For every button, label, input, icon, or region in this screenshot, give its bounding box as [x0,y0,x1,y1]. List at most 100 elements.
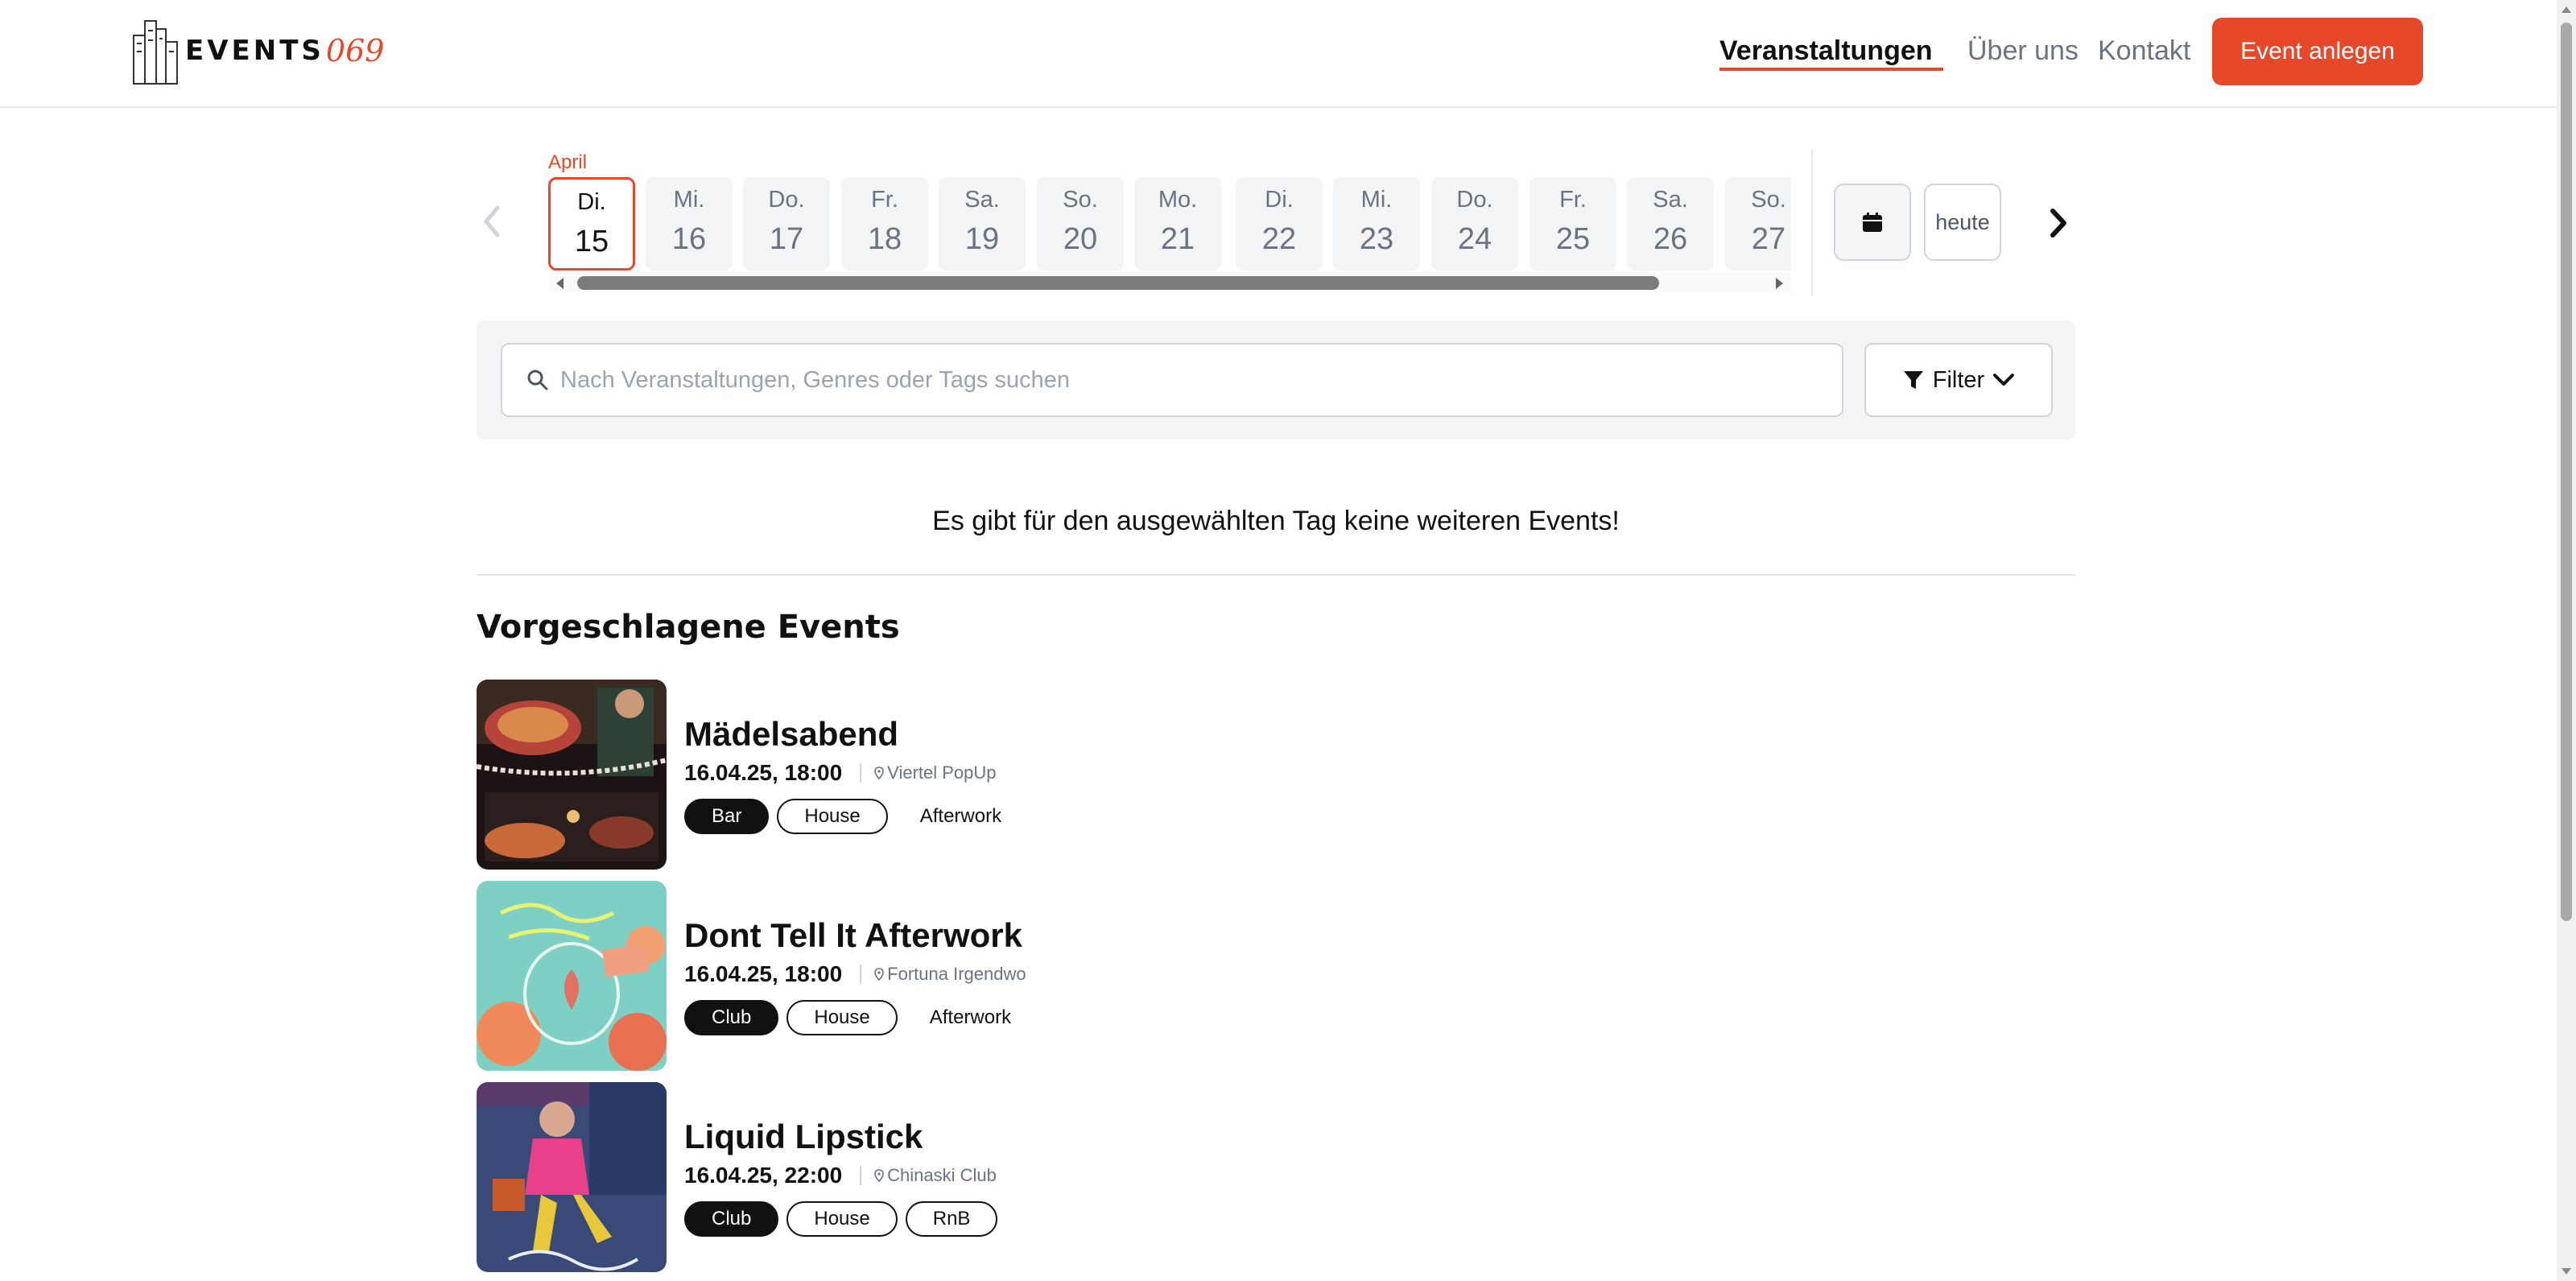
logo-number: 069 [325,33,385,68]
scroll-left-arrow-icon[interactable] [556,278,564,289]
separator [860,763,862,783]
event-location[interactable]: Chinaski Club [887,1165,997,1186]
date-card[interactable]: Do. 24 [1431,177,1518,271]
date-dom: 18 [867,222,902,256]
date-card[interactable]: Mi. 16 [646,177,733,271]
tag[interactable]: House [786,1000,898,1035]
tag[interactable]: House [777,799,888,834]
scroll-right-arrow-icon[interactable] [1776,278,1783,289]
date-dom: 19 [964,222,1000,256]
date-dom: 25 [1555,222,1591,256]
event-card[interactable]: Dont Tell It Afterwork 16.04.25, 18:00 F… [477,881,1604,1071]
page-scrollbar[interactable] [2557,0,2576,1281]
event-card[interactable]: Mädelsabend 16.04.25, 18:00 Viertel PopU… [477,680,1604,870]
date-dom: 21 [1160,222,1195,256]
date-dom: 20 [1063,222,1098,256]
suggested-events-title: Vorgeschlagene Events [477,609,900,646]
scroll-up-arrow-icon[interactable] [2562,6,2571,13]
date-strip-scrollbar[interactable] [548,272,1791,293]
location-pin-icon [874,767,884,779]
tag[interactable]: RnB [905,1201,998,1237]
today-button[interactable]: heute [1924,184,2001,261]
event-datetime: 16.04.25, 22:00 [684,1163,843,1188]
nav-veranstaltungen[interactable]: Veranstaltungen [1719,35,1933,67]
nav-active-underline [1719,68,1943,71]
date-card[interactable]: Do. 17 [743,177,830,271]
event-tags: Club House RnB [684,1201,1005,1237]
date-dom: 24 [1457,222,1492,256]
create-event-button[interactable]: Event anlegen [2212,18,2423,85]
event-datetime: 16.04.25, 18:00 [684,961,843,986]
event-title[interactable]: Dont Tell It Afterwork [684,916,1022,955]
date-dom: 26 [1653,222,1688,256]
tag[interactable]: Afterwork [896,799,1026,834]
event-meta: 16.04.25, 22:00 Chinaski Club [684,1163,997,1188]
date-card[interactable]: Di. 22 [1236,177,1323,271]
event-datetime: 16.04.25, 18:00 [684,760,843,785]
event-tags: Bar House Afterwork [684,799,1034,834]
event-image[interactable] [477,881,667,1071]
date-card[interactable]: Mi. 23 [1333,177,1420,271]
event-tags: Club House Afterwork [684,1000,1043,1035]
date-dom: 23 [1359,222,1394,256]
date-dow: Di. [577,189,606,215]
event-image[interactable] [477,680,667,870]
date-card-selected[interactable]: Di. 15 [548,177,635,271]
separator [860,965,862,984]
date-dom: 27 [1751,222,1786,256]
tag[interactable]: House [786,1201,898,1237]
search-input[interactable] [560,345,1832,415]
event-title[interactable]: Mädelsabend [684,715,898,754]
date-dow: So. [1751,187,1786,213]
date-dow: Di. [1265,187,1294,213]
event-title[interactable]: Liquid Lipstick [684,1118,923,1156]
filter-button[interactable]: Filter [1864,343,2053,417]
date-card[interactable]: Sa. 26 [1627,177,1714,271]
tag[interactable]: Club [684,1000,779,1035]
event-location[interactable]: Fortuna Irgendwo [887,964,1026,985]
tag[interactable]: Afterwork [906,1000,1035,1035]
chevron-left-icon[interactable] [480,201,504,242]
event-location[interactable]: Viertel PopUp [887,762,996,783]
date-dow: Mi. [673,187,705,213]
date-card[interactable]: So. 27 [1725,177,1791,271]
event-meta: 16.04.25, 18:00 Fortuna Irgendwo [684,961,1026,987]
page-scrollbar-thumb[interactable] [2561,23,2572,921]
separator [860,1166,862,1185]
search-box[interactable] [501,343,1843,417]
date-card[interactable]: Fr. 25 [1530,177,1616,271]
funnel-icon [1903,371,1923,389]
search-panel: Filter [477,320,2075,440]
date-card[interactable]: So. 20 [1037,177,1124,271]
date-dow: Fr. [871,187,898,213]
event-image[interactable] [477,1082,667,1272]
date-dow: Sa. [1653,187,1688,213]
divider [1811,150,1813,296]
date-dow: Fr. [1559,187,1587,213]
date-dom: 16 [671,222,707,256]
date-dow: So. [1063,187,1098,213]
date-card[interactable]: Sa. 19 [939,177,1026,271]
nav-kontakt[interactable]: Kontakt [2098,35,2190,67]
date-card[interactable]: Fr. 18 [841,177,928,271]
event-meta: 16.04.25, 18:00 Viertel PopUp [684,760,997,786]
no-events-message: Es gibt für den ausgewählten Tag keine w… [932,506,1620,536]
date-card[interactable]: Mo. 21 [1134,177,1221,271]
calendar-button[interactable] [1834,184,1911,261]
date-strip[interactable]: Di. 15 Mi. 16 Do. 17 Fr. 18 Sa. 19 So. 2… [548,177,1791,271]
calendar-icon [1863,213,1882,232]
month-label: April [548,151,588,173]
logo[interactable]: EVENTS 069 [130,14,384,87]
site-header: EVENTS 069 Veranstaltungen Über uns Kont… [0,0,2557,108]
tag[interactable]: Bar [684,799,770,834]
date-dow: Do. [768,187,805,213]
event-card[interactable]: Liquid Lipstick 16.04.25, 22:00 Chinaski… [477,1082,1604,1272]
date-dow: Do. [1456,187,1493,213]
scroll-down-arrow-icon[interactable] [2562,1268,2571,1275]
nav-ueber-uns[interactable]: Über uns [1967,35,2079,67]
tag[interactable]: Club [684,1201,779,1237]
date-dow: Mo. [1158,187,1198,213]
scrollbar-thumb[interactable] [577,276,1659,290]
date-dom: 17 [769,222,804,256]
chevron-right-icon[interactable] [2045,206,2070,240]
